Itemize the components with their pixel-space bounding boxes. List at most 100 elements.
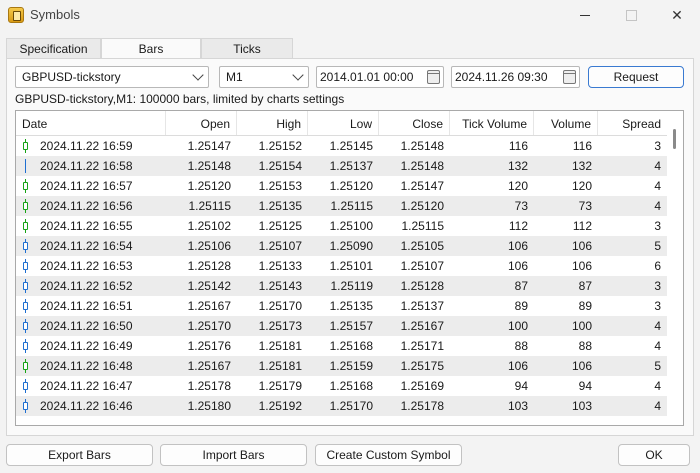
table-row[interactable]: 2024.11.22 16:49 1.25176 1.25181 1.25168 1.2… [16, 336, 667, 356]
date-from-field[interactable]: 2014.01.01 00:00 [316, 66, 444, 88]
tab-ticks[interactable]: Ticks [201, 38, 293, 58]
chevron-down-icon [192, 69, 204, 81]
cell-date: 2024.11.22 16:51 [40, 299, 133, 313]
table-row[interactable]: 2024.11.22 16:53 1.25128 1.25133 1.25101 1.2… [16, 256, 667, 276]
column-header-date[interactable]: Date [16, 111, 166, 135]
table-row[interactable]: 2024.11.22 16:50 1.25170 1.25173 1.25157 1.2… [16, 316, 667, 336]
column-header-spread[interactable]: Spread [598, 111, 667, 135]
cell-high: 1.25170 [258, 299, 302, 313]
table-row[interactable]: 2024.11.22 16:55 1.25102 1.25125 1.25100 1.2… [16, 216, 667, 236]
table-row[interactable]: 2024.11.22 16:51 1.25167 1.25170 1.25135 1.2… [16, 296, 667, 316]
column-header-close[interactable]: Close [379, 111, 450, 135]
cell-spread: 3 [654, 279, 661, 293]
cell-close: 1.25169 [400, 379, 444, 393]
cell-volume: 116 [572, 139, 592, 153]
cell-tick-volume: 94 [514, 379, 528, 393]
table-row[interactable]: 2024.11.22 16:47 1.25178 1.25179 1.25168 1.2… [16, 376, 667, 396]
cell-low: 1.25120 [329, 179, 373, 193]
cell-date: 2024.11.22 16:49 [40, 339, 133, 353]
cell-tick-volume: 112 [508, 219, 528, 233]
cell-high: 1.25153 [258, 179, 302, 193]
cell-open: 1.25167 [187, 299, 231, 313]
table-row[interactable]: 2024.11.22 16:56 1.25115 1.25135 1.25115 1.2… [16, 196, 667, 216]
cell-tick-volume: 73 [514, 199, 528, 213]
column-header-volume[interactable]: Volume [534, 111, 598, 135]
column-header-tick-volume[interactable]: Tick Volume [450, 111, 534, 135]
cell-high: 1.25154 [258, 159, 302, 173]
ok-button[interactable]: OK [618, 444, 690, 466]
cell-date: 2024.11.22 16:48 [40, 359, 133, 373]
cell-close: 1.25137 [400, 299, 444, 313]
create-custom-symbol-button[interactable]: Create Custom Symbol [315, 444, 462, 466]
candle-icon [23, 379, 28, 393]
cell-volume: 100 [571, 319, 592, 333]
cell-date: 2024.11.22 16:59 [40, 139, 133, 153]
cell-high: 1.25192 [258, 399, 302, 413]
cell-volume: 89 [578, 299, 592, 313]
title-bar: Symbols ✕ [0, 0, 700, 30]
date-to-field[interactable]: 2024.11.26 09:30 [451, 66, 580, 88]
table-row[interactable]: 2024.11.22 16:54 1.25106 1.25107 1.25090 1.2… [16, 236, 667, 256]
cell-volume: 103 [571, 399, 592, 413]
cell-open: 1.25176 [187, 339, 231, 353]
bars-table[interactable]: Date Open High Low Close Tick Volume Vol… [15, 110, 684, 426]
table-row[interactable]: 2024.11.22 16:57 1.25120 1.25153 1.25120 1.2… [16, 176, 667, 196]
table-row[interactable]: 2024.11.22 16:58 1.25148 1.25154 1.25137 1.2… [16, 156, 667, 176]
minimize-button[interactable] [562, 0, 608, 30]
request-button[interactable]: Request [588, 66, 684, 88]
cell-close: 1.25167 [400, 319, 444, 333]
tab-specification[interactable]: Specification [6, 38, 101, 58]
scrollbar-thumb[interactable] [673, 129, 676, 149]
close-button[interactable]: ✕ [654, 0, 700, 30]
date-to-value: 2024.11.26 09:30 [455, 70, 548, 84]
cell-volume: 132 [571, 159, 592, 173]
tab-bars[interactable]: Bars [101, 38, 201, 59]
candle-icon [23, 359, 28, 373]
cell-date: 2024.11.22 16:58 [40, 159, 133, 173]
cell-date: 2024.11.22 16:53 [40, 259, 133, 273]
import-bars-button[interactable]: Import Bars [160, 444, 307, 466]
table-row[interactable]: 2024.11.22 16:52 1.25142 1.25143 1.25119 1.2… [16, 276, 667, 296]
cell-volume: 106 [571, 239, 592, 253]
cell-spread: 3 [654, 139, 661, 153]
timeframe-select-value: M1 [226, 70, 243, 84]
vertical-scrollbar[interactable] [667, 111, 683, 425]
candle-icon [23, 299, 28, 313]
candle-icon [23, 159, 28, 173]
symbols-app-icon [8, 7, 24, 23]
table-row[interactable]: 2024.11.22 16:48 1.25167 1.25181 1.25159 1.2… [16, 356, 667, 376]
cell-low: 1.25137 [329, 159, 373, 173]
cell-open: 1.25147 [187, 139, 231, 153]
cell-low: 1.25159 [329, 359, 373, 373]
table-row[interactable]: 2024.11.22 16:59 1.25147 1.25152 1.25145 1.2… [16, 136, 667, 156]
calendar-icon[interactable] [563, 70, 576, 84]
column-header-open[interactable]: Open [166, 111, 237, 135]
calendar-icon[interactable] [427, 70, 440, 84]
candle-icon [23, 279, 28, 293]
candle-icon [23, 259, 28, 273]
cell-low: 1.25170 [329, 399, 373, 413]
cell-high: 1.25135 [258, 199, 302, 213]
cell-low: 1.25115 [330, 199, 374, 213]
column-header-low[interactable]: Low [308, 111, 379, 135]
cell-open: 1.25128 [187, 259, 231, 273]
symbol-select[interactable]: GBPUSD-tickstory [15, 66, 209, 88]
cell-open: 1.25178 [187, 379, 231, 393]
candle-icon [23, 319, 28, 333]
cell-volume: 88 [578, 339, 592, 353]
cell-spread: 3 [654, 219, 661, 233]
cell-tick-volume: 106 [507, 359, 528, 373]
candle-icon [23, 399, 28, 413]
cell-high: 1.25181 [258, 359, 302, 373]
cell-low: 1.25100 [329, 219, 373, 233]
timeframe-select[interactable]: M1 [219, 66, 309, 88]
table-header: Date Open High Low Close Tick Volume Vol… [16, 111, 667, 136]
cell-high: 1.25181 [258, 339, 302, 353]
cell-close: 1.25178 [400, 399, 444, 413]
export-bars-button[interactable]: Export Bars [6, 444, 153, 466]
column-header-high[interactable]: High [237, 111, 308, 135]
cell-close: 1.25120 [400, 199, 444, 213]
table-row[interactable]: 2024.11.22 16:46 1.25180 1.25192 1.25170 1.2… [16, 396, 667, 416]
symbol-select-value: GBPUSD-tickstory [22, 70, 121, 84]
minimize-icon [580, 14, 590, 16]
